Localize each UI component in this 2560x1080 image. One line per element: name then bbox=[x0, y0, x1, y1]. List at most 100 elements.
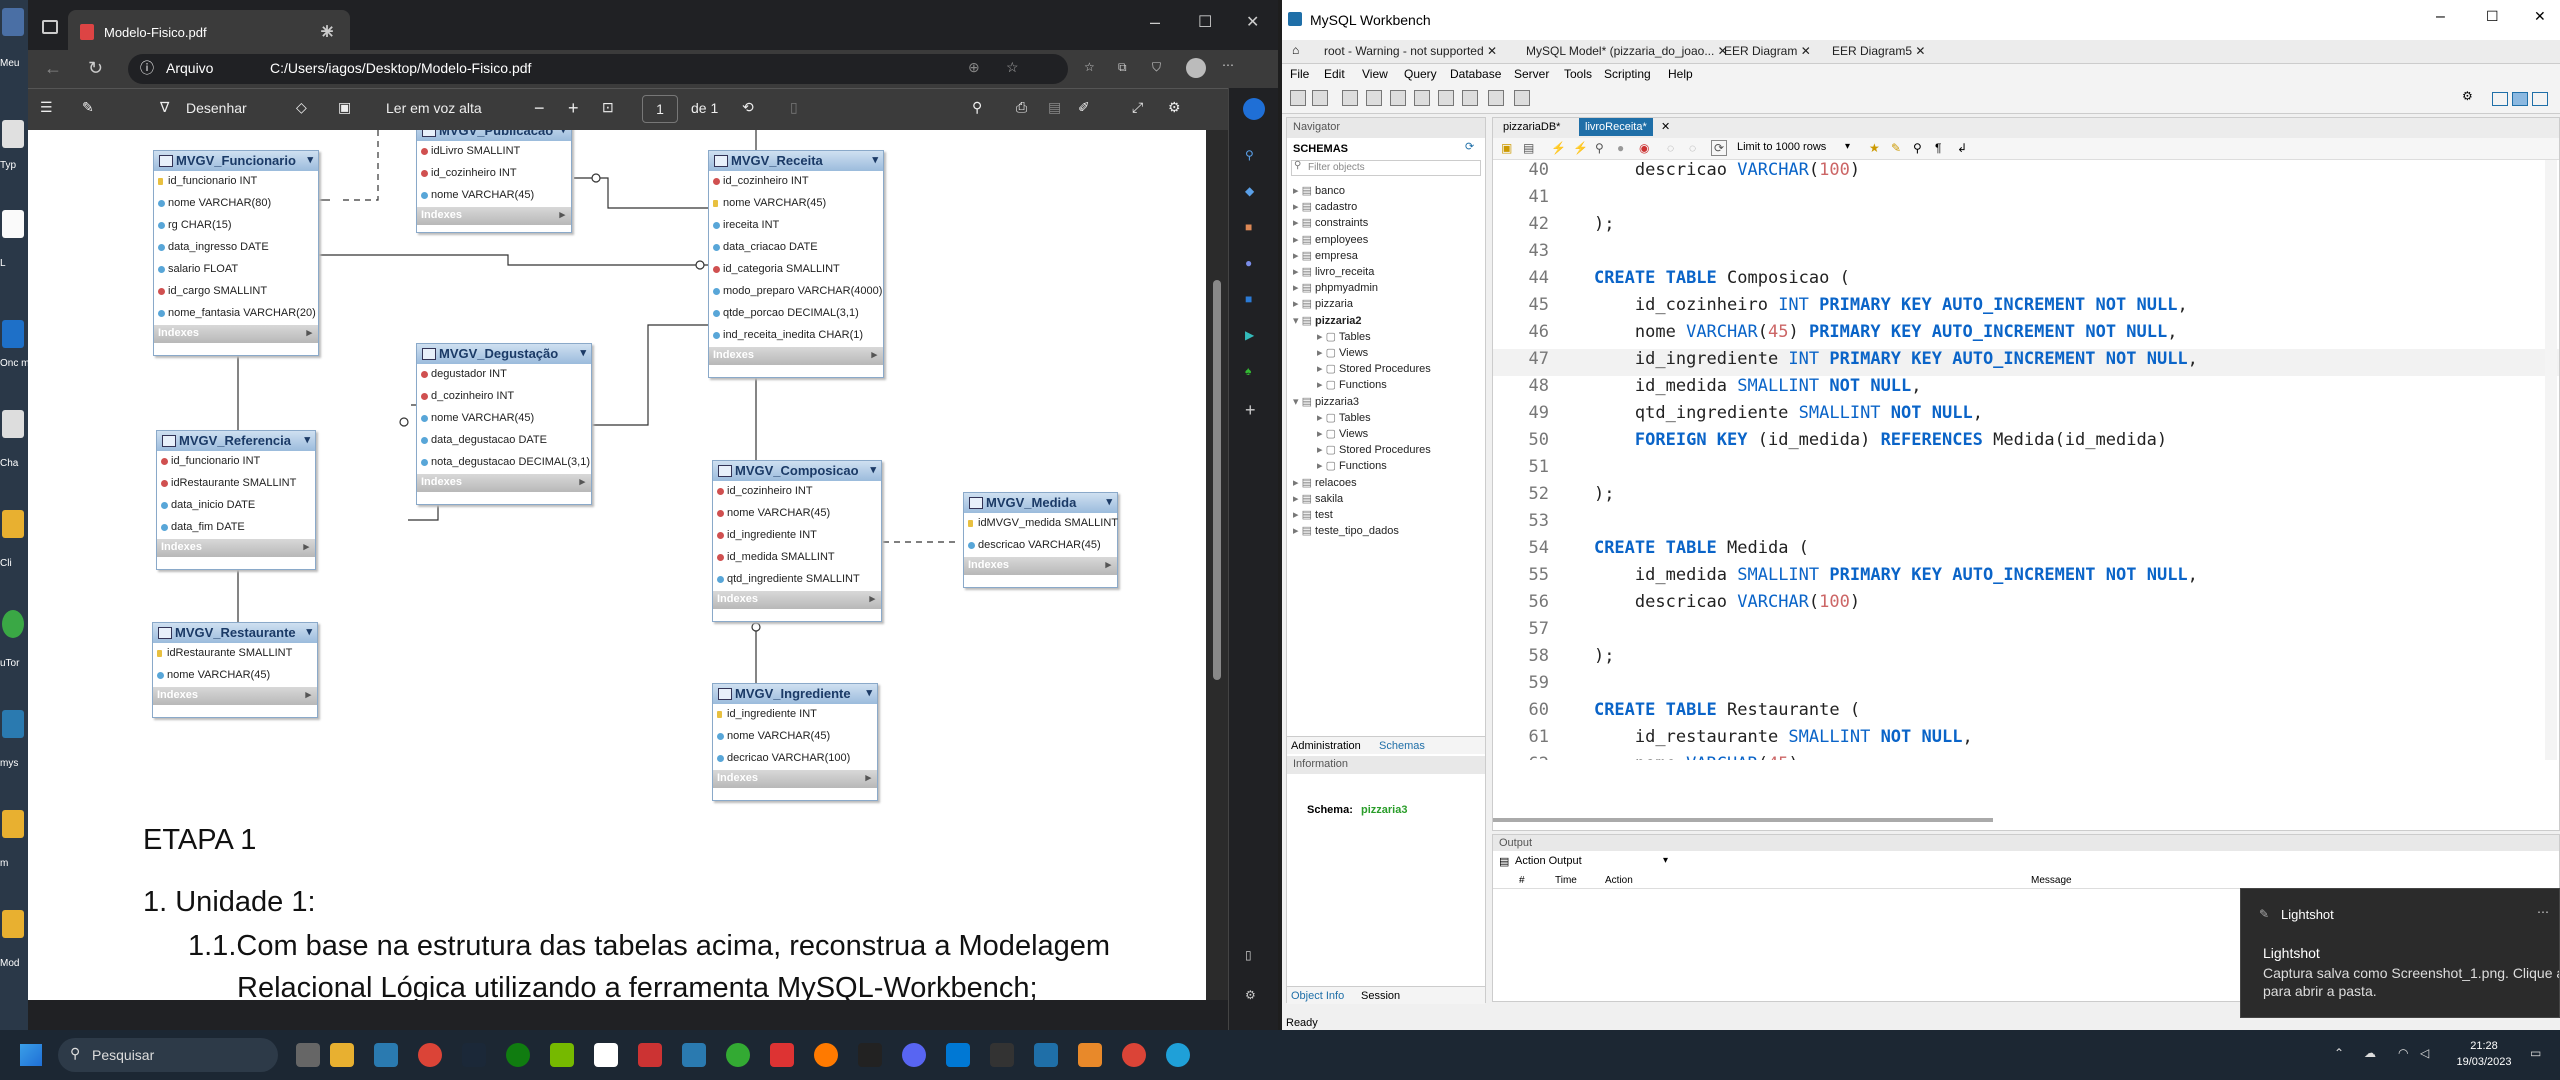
execute-icon[interactable]: ⚡ bbox=[1551, 141, 1566, 155]
menu-tools[interactable]: Tools bbox=[1564, 67, 1592, 81]
app-icon[interactable] bbox=[682, 1043, 706, 1067]
stop-icon[interactable]: ● bbox=[1617, 141, 1624, 155]
schema-item[interactable]: ▸ ▤ relacoes bbox=[1293, 476, 1357, 489]
limit-select[interactable]: Limit to 1000 rows bbox=[1737, 141, 1826, 153]
reconnect-icon[interactable] bbox=[1514, 90, 1530, 106]
schema-item[interactable]: ▸ ▢ Stored Procedures bbox=[1317, 362, 1431, 375]
close-tab-icon[interactable]: ✕ bbox=[1661, 120, 1670, 133]
tree-icon[interactable]: ♠ bbox=[1245, 364, 1251, 378]
firefox-icon[interactable] bbox=[814, 1043, 838, 1067]
tab-connection[interactable]: root - Warning - not supported ✕ bbox=[1316, 40, 1505, 64]
new-tab-icon[interactable]: + bbox=[320, 18, 334, 46]
menu-view[interactable]: View bbox=[1362, 67, 1388, 81]
minimize-icon[interactable]: – bbox=[2436, 8, 2445, 26]
tab-session[interactable]: Session bbox=[1361, 990, 1400, 1002]
page-input[interactable]: 1 bbox=[642, 95, 678, 123]
er-table-receita[interactable]: MVGV_Receita id_cozinheiro INT nome VARC… bbox=[708, 150, 884, 378]
save-icon[interactable]: ▤ bbox=[1048, 99, 1061, 116]
tab-object-info[interactable]: Object Info bbox=[1291, 990, 1344, 1002]
chevron-up-icon[interactable]: ⌃ bbox=[2334, 1046, 2344, 1060]
steam-icon[interactable] bbox=[462, 1043, 486, 1067]
schema-item[interactable]: ▸ ▢ Functions bbox=[1317, 459, 1387, 472]
save-as-icon[interactable]: ✐ bbox=[1078, 99, 1090, 116]
back-icon[interactable]: ← bbox=[44, 58, 62, 79]
filter-input[interactable]: Filter objects bbox=[1291, 160, 1481, 176]
desktop-icon[interactable] bbox=[2, 8, 24, 36]
er-table-referencia[interactable]: MVGV_Referencia id_funcionario INT idRes… bbox=[156, 430, 316, 570]
scrollbar-thumb[interactable] bbox=[1213, 280, 1221, 680]
pdf-scrollbar[interactable] bbox=[1206, 130, 1228, 1000]
editor-scrollbar[interactable] bbox=[2545, 160, 2557, 760]
create-function-icon[interactable] bbox=[1462, 90, 1478, 106]
chrome-icon[interactable] bbox=[1122, 1043, 1146, 1067]
vscode-icon[interactable] bbox=[946, 1043, 970, 1067]
tab-eer-diagram5[interactable]: EER Diagram5 ✕ bbox=[1824, 40, 1933, 64]
edge-icon[interactable] bbox=[1166, 1043, 1190, 1067]
wifi-icon[interactable]: ◠ bbox=[2398, 1046, 2408, 1060]
app-icon[interactable] bbox=[770, 1043, 794, 1067]
draw-label[interactable]: Desenhar bbox=[186, 100, 247, 116]
explorer-icon[interactable] bbox=[330, 1043, 354, 1067]
text-icon[interactable]: ▣ bbox=[338, 99, 351, 116]
search-box[interactable]: ⚲ Pesquisar bbox=[58, 1038, 278, 1072]
epic-icon[interactable] bbox=[858, 1043, 882, 1067]
discord-icon[interactable] bbox=[902, 1043, 926, 1067]
schema-item[interactable]: ▸ ▤ constraints bbox=[1293, 216, 1368, 229]
schema-item[interactable]: ▸ ▢ Stored Procedures bbox=[1317, 443, 1431, 456]
settings-icon[interactable]: ⚙ bbox=[2462, 89, 2473, 103]
tools-icon[interactable]: ■ bbox=[1245, 220, 1252, 234]
fit-icon[interactable]: ⊡ bbox=[602, 99, 614, 116]
schema-item[interactable]: ▾ ▤ pizzaria3 bbox=[1293, 395, 1359, 408]
schema-item[interactable]: ▸ ▤ cadastro bbox=[1293, 200, 1357, 213]
settings-icon[interactable]: ⚙ bbox=[1245, 988, 1256, 1002]
er-table-restaurante[interactable]: MVGV_Restaurante idRestaurante SMALLINT … bbox=[152, 622, 318, 718]
action-output-select[interactable]: Action Output bbox=[1515, 855, 1582, 867]
start-icon[interactable] bbox=[20, 1044, 42, 1066]
commit-icon[interactable]: ◌ bbox=[1667, 141, 1674, 155]
info-icon[interactable]: ⓘ bbox=[140, 58, 154, 78]
send-icon[interactable]: ▶ bbox=[1245, 328, 1254, 342]
schema-item[interactable]: ▸ ▤ pizzaria bbox=[1293, 297, 1353, 310]
menu-edit[interactable]: Edit bbox=[1324, 67, 1345, 81]
menu-scripting[interactable]: Scripting bbox=[1604, 67, 1651, 81]
search-icon[interactable]: ⚲ bbox=[1245, 148, 1254, 162]
schema-item[interactable]: ▸ ▢ Tables bbox=[1317, 330, 1371, 343]
view-icon[interactable]: ▯ bbox=[790, 99, 798, 116]
tab-actions-icon[interactable] bbox=[42, 20, 58, 34]
er-table-composicao[interactable]: MVGV_Composicao id_cozinheiro INT nome V… bbox=[712, 460, 882, 622]
lightshot-toast[interactable]: ✎ Lightshot ⋯ Lightshot Captura salva co… bbox=[2240, 888, 2560, 1018]
copy-icon[interactable]: ▤ bbox=[1499, 855, 1509, 868]
execute-current-icon[interactable]: ⚡ bbox=[1573, 141, 1588, 155]
schema-item[interactable]: ▸ ▢ Views bbox=[1317, 346, 1368, 359]
zoom-in-icon[interactable]: + bbox=[568, 98, 579, 119]
schema-item[interactable]: ▸ ▢ Functions bbox=[1317, 378, 1387, 391]
panel-right-icon[interactable] bbox=[2532, 92, 2548, 106]
desktop-icon[interactable] bbox=[2, 510, 24, 538]
menu-query[interactable]: Query bbox=[1404, 67, 1437, 81]
cloud-icon[interactable]: ☁ bbox=[2364, 1046, 2376, 1060]
menu-help[interactable]: Help bbox=[1668, 67, 1693, 81]
shield-icon[interactable]: ⛉ bbox=[1152, 60, 1161, 75]
inspector-icon[interactable] bbox=[1342, 90, 1358, 106]
tab-eer-diagram[interactable]: EER Diagram ✕ bbox=[1716, 40, 1819, 64]
read-aloud-button[interactable]: Ler em voz alta bbox=[386, 100, 482, 116]
more-icon[interactable]: ⋯ bbox=[1222, 58, 1234, 72]
print-icon[interactable]: ⎙ bbox=[1016, 99, 1027, 116]
schema-item[interactable]: ▸ ▤ empresa bbox=[1293, 249, 1358, 262]
bookmark-icon[interactable]: ★ bbox=[1869, 141, 1880, 155]
toggle-error-icon[interactable]: ◉ bbox=[1639, 141, 1649, 155]
desktop-icon[interactable] bbox=[2, 120, 24, 148]
tag-icon[interactable]: ◆ bbox=[1245, 184, 1254, 198]
contents-icon[interactable]: ☰ bbox=[40, 99, 53, 116]
eraser-icon[interactable]: ◇ bbox=[296, 99, 307, 116]
add-icon[interactable]: + bbox=[1245, 400, 1256, 421]
highlight-icon[interactable]: ✎ bbox=[82, 99, 94, 116]
rotate-icon[interactable]: ⟲ bbox=[742, 99, 754, 116]
xampp-icon[interactable] bbox=[1078, 1043, 1102, 1067]
schema-item[interactable]: ▸ ▢ Tables bbox=[1317, 411, 1371, 424]
zoom-icon[interactable]: ⊕ bbox=[968, 59, 980, 76]
utorrent-icon[interactable] bbox=[726, 1043, 750, 1067]
wrap-icon[interactable]: ↲ bbox=[1957, 141, 1967, 155]
mysql-workbench-icon[interactable] bbox=[1034, 1043, 1058, 1067]
panel-left-icon[interactable] bbox=[2492, 92, 2508, 106]
